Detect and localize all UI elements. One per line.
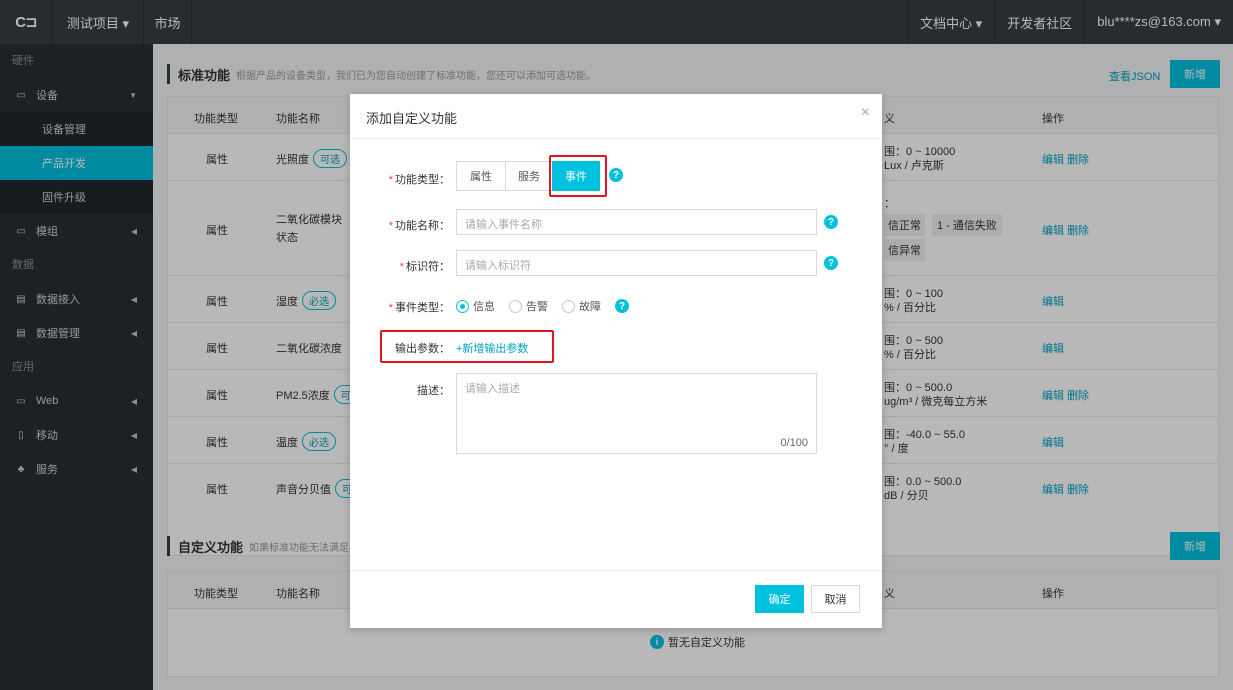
radio-alarm[interactable]: 告警 [509, 298, 548, 314]
radio-unchecked-icon [509, 299, 522, 313]
func-name-input[interactable]: 请输入事件名称 [456, 209, 817, 235]
seg-property[interactable]: 属性 [456, 161, 506, 191]
dialog-title: 添加自定义功能 [366, 111, 458, 126]
radio-info[interactable]: 信息 [456, 298, 495, 314]
radio-label: 故障 [579, 301, 601, 313]
help-icon[interactable]: ? [615, 299, 629, 313]
radio-unchecked-icon [562, 299, 575, 313]
desc-textarea[interactable]: 请输入描述 0/100 [456, 373, 817, 454]
cancel-button[interactable]: 取消 [811, 585, 860, 613]
radio-checked-icon [456, 299, 469, 313]
desc-placeholder: 请输入描述 [465, 383, 520, 395]
divider [350, 138, 882, 139]
desc-label: 描述： [417, 385, 450, 397]
char-counter: 0/100 [780, 437, 808, 449]
add-custom-function-dialog: 添加自定义功能 × * 功能类型： 属性 服务 事件 ? * 功能名称： 请输入事件… [350, 94, 882, 628]
help-icon[interactable]: ? [824, 215, 838, 229]
highlight-box [380, 330, 554, 363]
close-icon[interactable]: × [861, 104, 870, 122]
identifier-label: * 标识符： [399, 261, 450, 273]
divider [350, 570, 882, 571]
help-icon[interactable]: ? [824, 256, 838, 270]
func-name-label: * 功能名称： [388, 220, 450, 232]
radio-fault[interactable]: 故障 [562, 298, 601, 314]
func-type-label: * 功能类型： [388, 174, 450, 186]
confirm-button[interactable]: 确定 [755, 585, 804, 613]
highlight-box [549, 155, 607, 197]
radio-label: 信息 [473, 301, 495, 313]
identifier-input[interactable]: 请输入标识符 [456, 250, 817, 276]
help-icon[interactable]: ? [609, 168, 623, 182]
seg-service[interactable]: 服务 [505, 161, 553, 191]
event-type-label: * 事件类型： [388, 302, 450, 314]
radio-label: 告警 [526, 301, 548, 313]
event-type-radio-group: 信息 告警 故障 ? [456, 298, 629, 314]
